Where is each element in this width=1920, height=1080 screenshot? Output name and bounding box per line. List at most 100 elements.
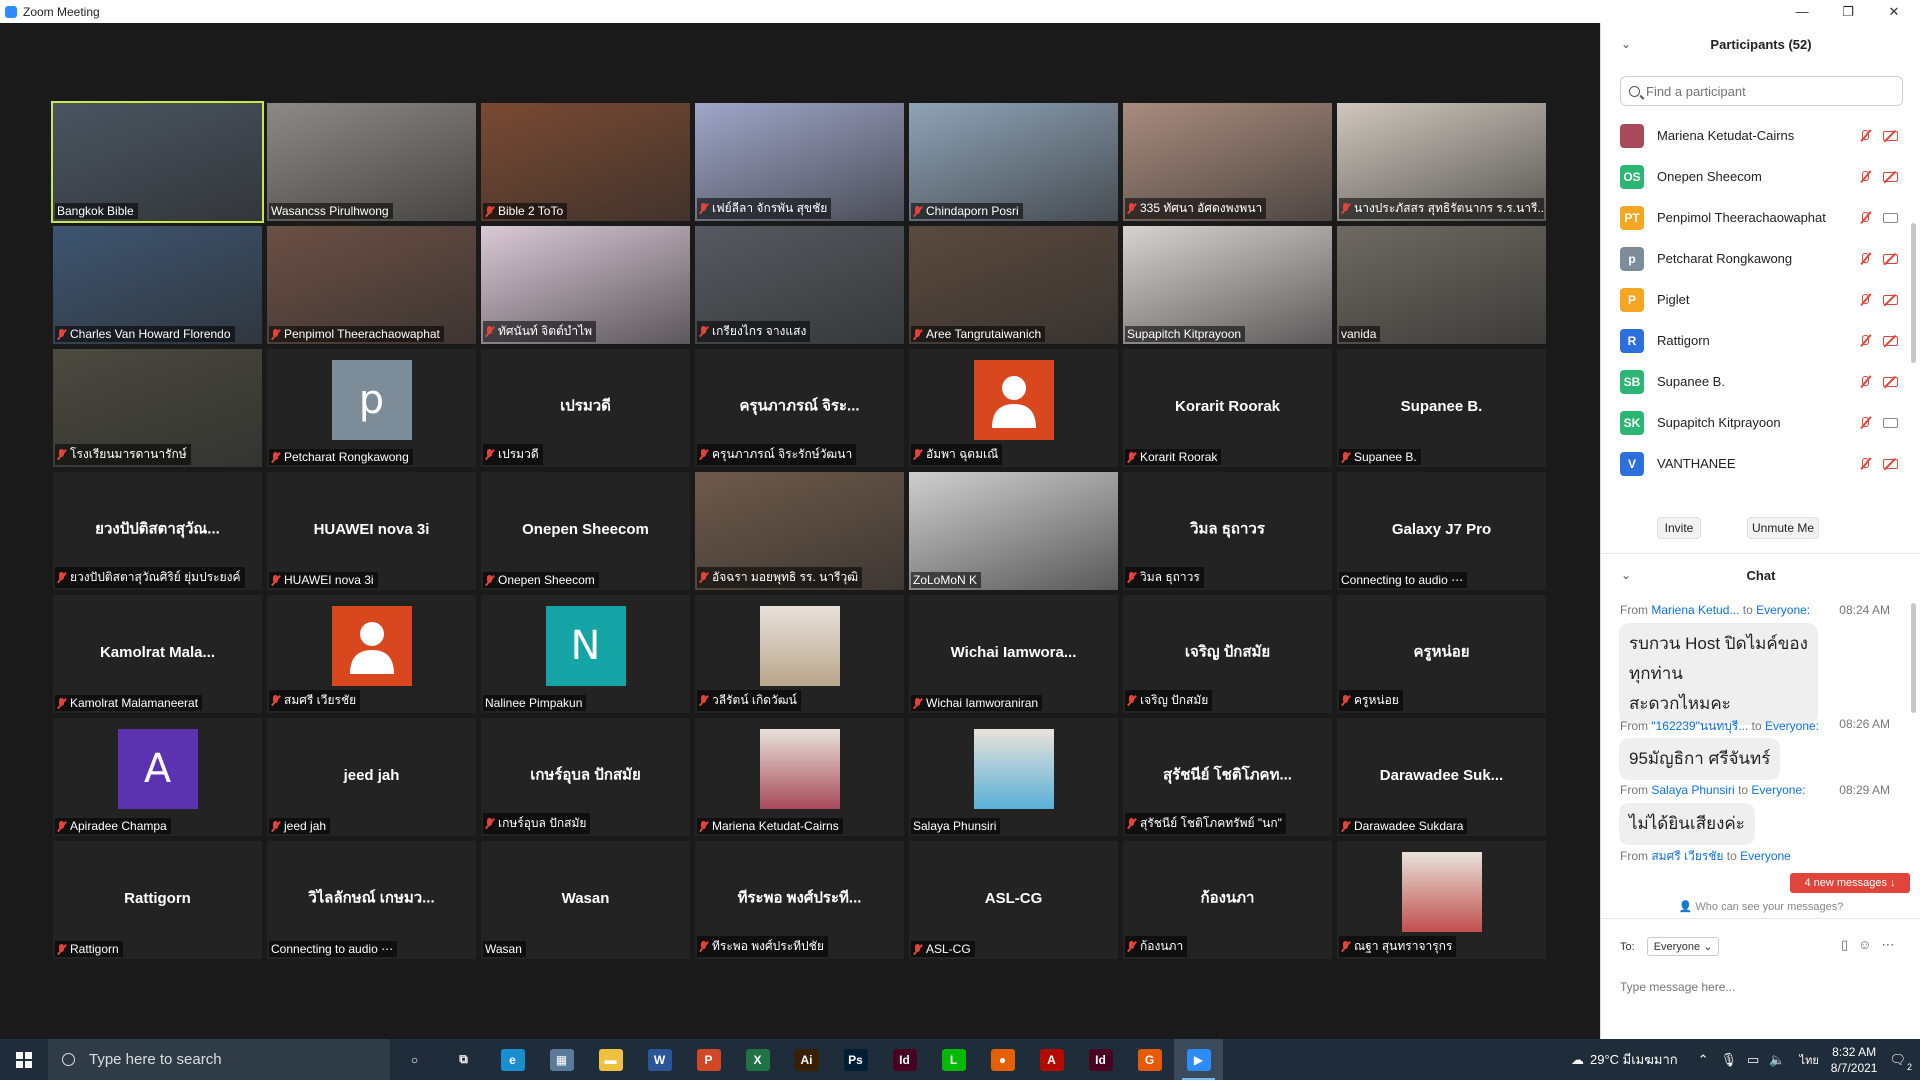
participant-tile[interactable]: Darawadee Suk... Darawadee Sukdara bbox=[1337, 718, 1546, 836]
participant-row[interactable]: Mariena Ketudat-Cairns bbox=[1601, 115, 1920, 156]
taskbar-task-view-button[interactable]: ⧉ bbox=[439, 1039, 488, 1080]
who-can-see-link[interactable]: 👤 Who can see your messages? bbox=[1601, 900, 1920, 913]
participant-tile[interactable]: นางประภัสสร สุทธิรัตนากร ร.ร.นารี... bbox=[1337, 103, 1546, 221]
participant-tile[interactable]: Wichai Iamwora... Wichai Iamworaniran bbox=[909, 595, 1118, 713]
participant-tile[interactable]: Mariena Ketudat-Cairns bbox=[695, 718, 904, 836]
chevron-up-icon[interactable]: ⌃ bbox=[1698, 1052, 1709, 1068]
chat-scrollbar[interactable] bbox=[1911, 603, 1916, 713]
participant-tile[interactable]: N Nalinee Pimpakun bbox=[481, 595, 690, 713]
participant-tile[interactable]: vanida bbox=[1337, 226, 1546, 344]
participant-tile[interactable]: Wasancss Pirulhwong bbox=[267, 103, 476, 221]
participant-tile[interactable]: jeed jah jeed jah bbox=[267, 718, 476, 836]
participant-tile[interactable]: วิไลลักษณ์ เกษมว... Connecting to audio ⋯ bbox=[267, 841, 476, 959]
chat-sender[interactable]: Salaya Phunsiri bbox=[1651, 783, 1734, 797]
participant-row[interactable]: V VANTHANEE bbox=[1601, 443, 1920, 484]
start-button[interactable] bbox=[0, 1039, 48, 1080]
participant-tile[interactable]: ก้องนภา ก้องนภา bbox=[1123, 841, 1332, 959]
participant-tile[interactable]: HUAWEI nova 3i HUAWEI nova 3i bbox=[267, 472, 476, 590]
taskbar-line-button[interactable]: L bbox=[929, 1039, 978, 1080]
participant-tile[interactable]: สมศรี เวียรชัย bbox=[267, 595, 476, 713]
participant-tile[interactable]: Chindaporn Posri bbox=[909, 103, 1118, 221]
participant-tile[interactable]: Korarit Roorak Korarit Roorak bbox=[1123, 349, 1332, 467]
taskbar-g-app-button[interactable]: G bbox=[1125, 1039, 1174, 1080]
participant-tile[interactable]: Rattigorn Rattigorn bbox=[53, 841, 262, 959]
participant-tile[interactable]: Penpimol Theerachaowaphat bbox=[267, 226, 476, 344]
participant-tile[interactable]: Bangkok Bible bbox=[51, 101, 264, 223]
taskbar-calculator-button[interactable]: ▦ bbox=[537, 1039, 586, 1080]
taskbar-powerpoint-button[interactable]: P bbox=[684, 1039, 733, 1080]
volume-icon[interactable]: 🔈 bbox=[1769, 1052, 1785, 1068]
taskbar-word-button[interactable]: W bbox=[635, 1039, 684, 1080]
participant-tile[interactable]: เจริญ ปักสมัย เจริญ ปักสมัย bbox=[1123, 595, 1332, 713]
participant-tile[interactable]: โรงเรียนมารดานารักษ์ bbox=[53, 349, 262, 467]
chat-sender[interactable]: Mariena Ketud... bbox=[1651, 603, 1739, 617]
participant-tile[interactable]: ZoLoMoN K bbox=[909, 472, 1118, 590]
taskbar-indesign-button[interactable]: Id bbox=[880, 1039, 929, 1080]
participant-tile[interactable]: อัจฉรา มอยพุทธิ รร. นารีวุฒิ bbox=[695, 472, 904, 590]
participant-row[interactable]: P Piglet bbox=[1601, 279, 1920, 320]
file-icon[interactable]: ▯ bbox=[1841, 937, 1858, 952]
weather-text[interactable]: 29°C มีเมฆมาก bbox=[1590, 1049, 1678, 1070]
invite-button[interactable]: Invite bbox=[1657, 517, 1701, 539]
participant-tile[interactable]: 335 ทัศนา อัศดงพงพนา bbox=[1123, 103, 1332, 221]
emoji-icon[interactable]: ☺ bbox=[1858, 937, 1881, 952]
taskbar-illustrator-button[interactable]: Ai bbox=[782, 1039, 831, 1080]
participant-tile[interactable]: Kamolrat Mala... Kamolrat Malamaneerat bbox=[53, 595, 262, 713]
participant-tile[interactable]: ครูหน่อย ครูหน่อย bbox=[1337, 595, 1546, 713]
participant-tile[interactable]: Bible 2 ToTo bbox=[481, 103, 690, 221]
participant-tile[interactable]: วิมล ธุถาวร วิมล ธุถาวร bbox=[1123, 472, 1332, 590]
participant-row[interactable]: PT Penpimol Theerachaowaphat bbox=[1601, 197, 1920, 238]
clock[interactable]: 8:32 AM 8/7/2021 bbox=[1831, 1044, 1878, 1076]
participant-row[interactable]: SB Supanee B. bbox=[1601, 361, 1920, 402]
participant-tile[interactable]: Wasan Wasan bbox=[481, 841, 690, 959]
participant-row[interactable]: OS Onepen Sheecom bbox=[1601, 156, 1920, 197]
taskbar-indesign-2-button[interactable]: Id bbox=[1076, 1039, 1125, 1080]
participant-tile[interactable]: วลีรัตน์ เกิดวัฒน์ bbox=[695, 595, 904, 713]
participant-tile[interactable]: Onepen Sheecom Onepen Sheecom bbox=[481, 472, 690, 590]
chat-sender[interactable]: "162239"นนทบุรี... bbox=[1651, 719, 1748, 733]
participant-tile[interactable]: Supanee B. Supanee B. bbox=[1337, 349, 1546, 467]
participant-tile[interactable]: ทีระพอ พงศ์ประที... ทีระพอ พงศ์ประทีปชัย bbox=[695, 841, 904, 959]
taskbar-acrobat-button[interactable]: A bbox=[1027, 1039, 1076, 1080]
restore-button[interactable]: ❐ bbox=[1825, 0, 1871, 23]
notification-icon[interactable]: 🗨 2 bbox=[1889, 1052, 1912, 1072]
participant-tile[interactable]: ณฐา สุนทราจารุกร bbox=[1337, 841, 1546, 959]
taskbar-zoom-button[interactable]: ▶ bbox=[1174, 1039, 1223, 1080]
chat-message-input[interactable]: Type message here... bbox=[1620, 980, 1735, 994]
participant-tile[interactable]: เปรมวดี เปรมวดี bbox=[481, 349, 690, 467]
recipient-dropdown[interactable]: Everyone ⌄ bbox=[1646, 937, 1720, 956]
microphone-icon[interactable]: 🎙 bbox=[1721, 1052, 1738, 1068]
participant-row[interactable]: R Rattigorn bbox=[1601, 320, 1920, 361]
participant-tile[interactable]: ยวงปัปติสตาสุวัณ... ยวงปัปติสตาสุวัณศิริย… bbox=[53, 472, 262, 590]
participant-tile[interactable]: ทัศนันท์ จิตต์บำไพ bbox=[481, 226, 690, 344]
close-button[interactable]: ✕ bbox=[1871, 0, 1917, 23]
network-icon[interactable]: ▭ bbox=[1747, 1052, 1759, 1068]
language-indicator[interactable]: ไทย bbox=[1800, 1051, 1819, 1069]
chat-sender[interactable]: สมศรี เวียรชัย bbox=[1651, 849, 1723, 863]
participant-search-input[interactable] bbox=[1646, 83, 1886, 99]
participant-tile[interactable]: Salaya Phunsiri bbox=[909, 718, 1118, 836]
participant-tile[interactable]: A Apiradee Champa bbox=[53, 718, 262, 836]
taskbar-excel-button[interactable]: X bbox=[733, 1039, 782, 1080]
participant-scrollbar[interactable] bbox=[1911, 223, 1916, 363]
participant-tile[interactable]: ครุนภาภรณ์ จิระ... ครุนภาภรณ์ จิระรักษ์วั… bbox=[695, 349, 904, 467]
participant-tile[interactable]: เฟย์ลีลา จักรพัน สุขชัย bbox=[695, 103, 904, 221]
taskbar-file-explorer-button[interactable]: ▬ bbox=[586, 1039, 635, 1080]
participant-row[interactable]: SK Supapitch Kitprayoon bbox=[1601, 402, 1920, 443]
participant-tile[interactable]: p Petcharat Rongkawong bbox=[267, 349, 476, 467]
participant-tile[interactable]: ASL-CG ASL-CG bbox=[909, 841, 1118, 959]
unmute-me-button[interactable]: Unmute Me bbox=[1747, 517, 1819, 539]
participant-row[interactable]: p Petcharat Rongkawong bbox=[1601, 238, 1920, 279]
participant-tile[interactable]: อัมพา ฉุดมเณี bbox=[909, 349, 1118, 467]
participant-tile[interactable]: เกษร์อุบล ปักสมัย เกษร์อุบล ปักสมัย bbox=[481, 718, 690, 836]
taskbar-firefox-button[interactable]: ● bbox=[978, 1039, 1027, 1080]
new-messages-button[interactable]: 4 new messages ↓ bbox=[1790, 873, 1910, 893]
taskbar-search[interactable]: Type here to search bbox=[48, 1039, 390, 1080]
taskbar-cortana-button[interactable]: ○ bbox=[390, 1039, 439, 1080]
participant-tile[interactable]: Aree Tangrutaiwanich bbox=[909, 226, 1118, 344]
participant-tile[interactable]: สุรัชนีย์ โชติโภคท... สุรัชนีย์ โชติโภคทร… bbox=[1123, 718, 1332, 836]
minimize-button[interactable]: — bbox=[1779, 0, 1825, 23]
taskbar-photoshop-button[interactable]: Ps bbox=[831, 1039, 880, 1080]
more-icon[interactable]: ⋯ bbox=[1881, 937, 1904, 952]
participant-tile[interactable]: Charles Van Howard Florendo bbox=[53, 226, 262, 344]
